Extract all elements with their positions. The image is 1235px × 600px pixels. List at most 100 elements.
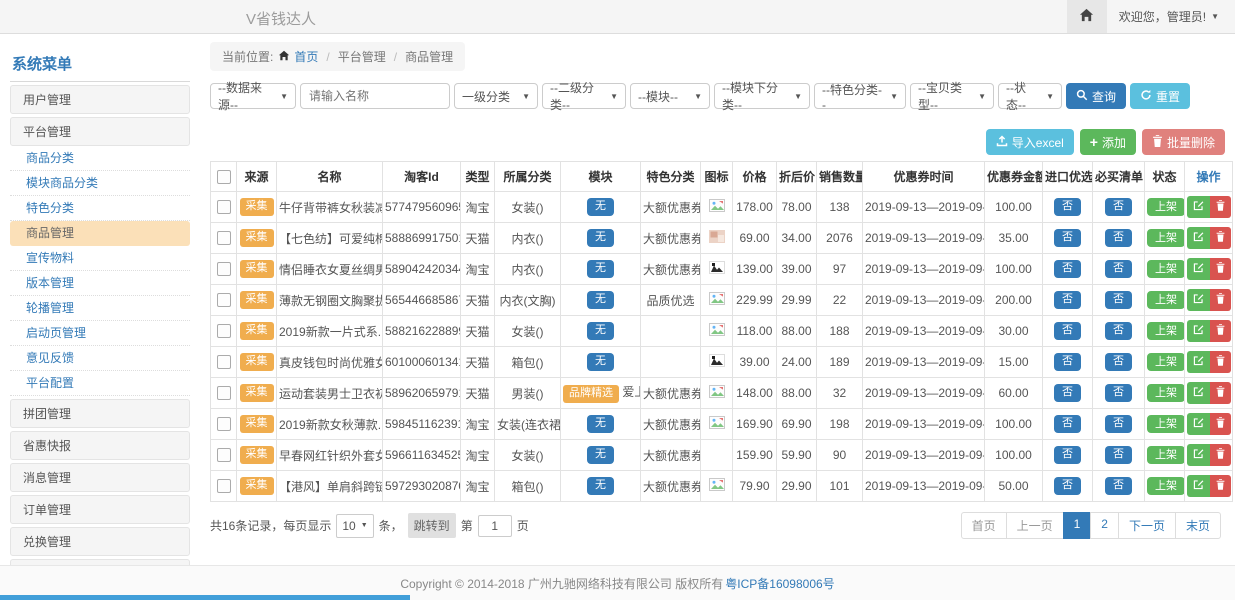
row-checkbox[interactable]	[217, 262, 231, 276]
must-buy-toggle[interactable]: 否	[1105, 415, 1132, 432]
row-checkbox[interactable]	[217, 386, 231, 400]
sidebar-subitem[interactable]: 启动页管理	[10, 321, 190, 346]
filter-select[interactable]: --宝贝类型--▼	[910, 83, 994, 109]
pager-item[interactable]: 末页	[1175, 512, 1221, 539]
sidebar-subitem[interactable]: 轮播管理	[10, 296, 190, 321]
import-excel-button[interactable]: 导入excel	[986, 129, 1074, 155]
status-button[interactable]: 上架	[1147, 198, 1185, 216]
breadcrumb-item[interactable]: 平台管理	[338, 48, 386, 65]
import-toggle[interactable]: 否	[1054, 415, 1081, 432]
status-button[interactable]: 上架	[1147, 291, 1185, 309]
status-button[interactable]: 上架	[1147, 229, 1185, 247]
delete-button[interactable]	[1210, 382, 1231, 404]
edit-button[interactable]	[1187, 444, 1210, 466]
home-button[interactable]	[1067, 0, 1107, 33]
must-buy-toggle[interactable]: 否	[1105, 322, 1132, 339]
import-toggle[interactable]: 否	[1054, 477, 1081, 494]
import-toggle[interactable]: 否	[1054, 291, 1081, 308]
must-buy-toggle[interactable]: 否	[1105, 198, 1132, 215]
filter-select[interactable]: 一级分类▼	[454, 83, 538, 109]
delete-button[interactable]	[1210, 351, 1231, 373]
edit-button[interactable]	[1187, 258, 1210, 280]
import-toggle[interactable]: 否	[1054, 260, 1081, 277]
reset-button[interactable]: 重置	[1130, 83, 1190, 109]
sidebar-subitem[interactable]: 平台配置	[10, 371, 190, 396]
status-button[interactable]: 上架	[1147, 322, 1185, 340]
import-toggle[interactable]: 否	[1054, 229, 1081, 246]
import-toggle[interactable]: 否	[1054, 353, 1081, 370]
edit-button[interactable]	[1187, 196, 1210, 218]
delete-button[interactable]	[1210, 227, 1231, 249]
jump-button[interactable]: 跳转到	[408, 513, 456, 538]
search-button[interactable]: 查询	[1066, 83, 1126, 109]
status-button[interactable]: 上架	[1147, 353, 1185, 371]
sidebar-item[interactable]: 用户管理	[10, 85, 190, 114]
sidebar-subitem[interactable]: 商品分类	[10, 146, 190, 171]
must-buy-toggle[interactable]: 否	[1105, 291, 1132, 308]
filter-select[interactable]: --二级分类--▼	[542, 83, 626, 109]
delete-button[interactable]	[1210, 196, 1231, 218]
sidebar-subitem[interactable]: 宣传物料	[10, 246, 190, 271]
delete-button[interactable]	[1210, 289, 1231, 311]
edit-button[interactable]	[1187, 475, 1210, 497]
edit-button[interactable]	[1187, 351, 1210, 373]
filter-select[interactable]: --模块--▼	[630, 83, 710, 109]
filter-select[interactable]: --特色分类--▼	[814, 83, 906, 109]
select-all-checkbox[interactable]	[217, 170, 231, 184]
must-buy-toggle[interactable]: 否	[1105, 229, 1132, 246]
add-button[interactable]: + 添加	[1080, 129, 1136, 155]
delete-button[interactable]	[1210, 413, 1231, 435]
sidebar-item[interactable]: 平台管理	[10, 117, 190, 146]
import-toggle[interactable]: 否	[1054, 322, 1081, 339]
icp-link[interactable]: 粤ICP备16098006号	[725, 575, 834, 592]
batch-delete-button[interactable]: 批量删除	[1142, 129, 1225, 155]
edit-button[interactable]	[1187, 227, 1210, 249]
delete-button[interactable]	[1210, 475, 1231, 497]
name-search-input[interactable]	[300, 83, 450, 109]
delete-button[interactable]	[1210, 320, 1231, 342]
row-checkbox[interactable]	[217, 355, 231, 369]
sidebar-item[interactable]: 订单管理	[10, 495, 190, 524]
pager-item[interactable]: 上一页	[1006, 512, 1064, 539]
sidebar-item[interactable]: 省惠快报	[10, 431, 190, 460]
status-button[interactable]: 上架	[1147, 477, 1185, 495]
horizontal-scrollbar-thumb[interactable]	[0, 595, 410, 600]
sidebar-subitem[interactable]: 版本管理	[10, 271, 190, 296]
import-toggle[interactable]: 否	[1054, 446, 1081, 463]
import-toggle[interactable]: 否	[1054, 198, 1081, 215]
page-size-select[interactable]: 10 ▼	[336, 514, 373, 538]
pager-item[interactable]: 下一页	[1118, 512, 1176, 539]
sidebar-subitem[interactable]: 商品管理	[10, 221, 190, 246]
edit-button[interactable]	[1187, 413, 1210, 435]
row-checkbox[interactable]	[217, 200, 231, 214]
pager-item[interactable]: 2	[1090, 512, 1119, 539]
page-number-input[interactable]	[478, 515, 512, 537]
delete-button[interactable]	[1210, 258, 1231, 280]
delete-button[interactable]	[1210, 444, 1231, 466]
status-button[interactable]: 上架	[1147, 446, 1185, 464]
sidebar-subitem[interactable]: 意见反馈	[10, 346, 190, 371]
edit-button[interactable]	[1187, 382, 1210, 404]
sidebar-item[interactable]: 拼团管理	[10, 399, 190, 428]
sidebar-subitem[interactable]: 模块商品分类	[10, 171, 190, 196]
must-buy-toggle[interactable]: 否	[1105, 446, 1132, 463]
breadcrumb-home-link[interactable]: 首页	[278, 48, 318, 65]
row-checkbox[interactable]	[217, 448, 231, 462]
import-toggle[interactable]: 否	[1054, 384, 1081, 401]
pager-item[interactable]: 1	[1063, 512, 1092, 539]
sidebar-subitem[interactable]: 特色分类	[10, 196, 190, 221]
filter-select[interactable]: --模块下分类--▼	[714, 83, 810, 109]
status-button[interactable]: 上架	[1147, 384, 1185, 402]
row-checkbox[interactable]	[217, 324, 231, 338]
status-button[interactable]: 上架	[1147, 260, 1185, 278]
status-button[interactable]: 上架	[1147, 415, 1185, 433]
user-menu[interactable]: 欢迎您，管理员! ▼	[1107, 8, 1235, 25]
filter-select[interactable]: --数据来源--▼	[210, 83, 296, 109]
edit-button[interactable]	[1187, 289, 1210, 311]
must-buy-toggle[interactable]: 否	[1105, 353, 1132, 370]
must-buy-toggle[interactable]: 否	[1105, 477, 1132, 494]
must-buy-toggle[interactable]: 否	[1105, 260, 1132, 277]
sidebar-item[interactable]: 兑换管理	[10, 527, 190, 556]
row-checkbox[interactable]	[217, 417, 231, 431]
row-checkbox[interactable]	[217, 479, 231, 493]
